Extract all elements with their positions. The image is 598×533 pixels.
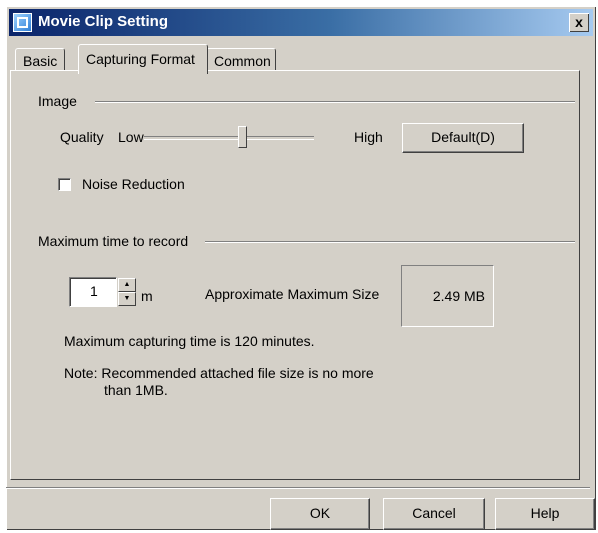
arrow-up-icon: ▲ [123,281,131,288]
close-button[interactable]: x [569,13,589,32]
tab-capturing-format[interactable]: Capturing Format [78,44,208,74]
quality-low-label: Low [118,129,144,145]
noise-reduction-checkbox[interactable] [58,178,71,191]
image-group-divider [95,101,575,103]
app-icon [13,13,32,32]
file-size-note-line1: Note: Recommended attached file size is … [64,365,374,381]
record-group-title: Maximum time to record [38,233,189,249]
record-group-divider [205,241,575,243]
max-time-note: Maximum capturing time is 120 minutes. [64,333,315,349]
image-group-title: Image [38,93,77,109]
file-size-note-line2: than 1MB. [104,382,168,398]
quality-slider-thumb[interactable] [238,126,247,148]
minutes-spin-up[interactable]: ▲ [118,278,136,292]
minutes-input[interactable]: 1 [69,277,117,307]
approx-size-value: 2.49 MB [401,265,494,327]
minutes-unit: m [141,288,153,304]
title-bar[interactable]: Movie Clip Setting x [9,9,593,36]
quality-label: Quality [60,129,104,145]
noise-reduction-label: Noise Reduction [82,176,185,192]
arrow-down-icon: ▼ [123,295,131,302]
help-button[interactable]: Help [495,498,595,530]
quality-slider-track[interactable] [144,136,314,140]
quality-high-label: High [354,129,383,145]
ok-button[interactable]: OK [270,498,370,530]
cancel-button[interactable]: Cancel [383,498,485,530]
minutes-spin-down[interactable]: ▼ [118,292,136,306]
footer-separator [6,487,590,489]
window-title: Movie Clip Setting [38,13,169,30]
default-button[interactable]: Default(D) [402,123,524,153]
approx-size-label: Approximate Maximum Size [205,286,380,302]
